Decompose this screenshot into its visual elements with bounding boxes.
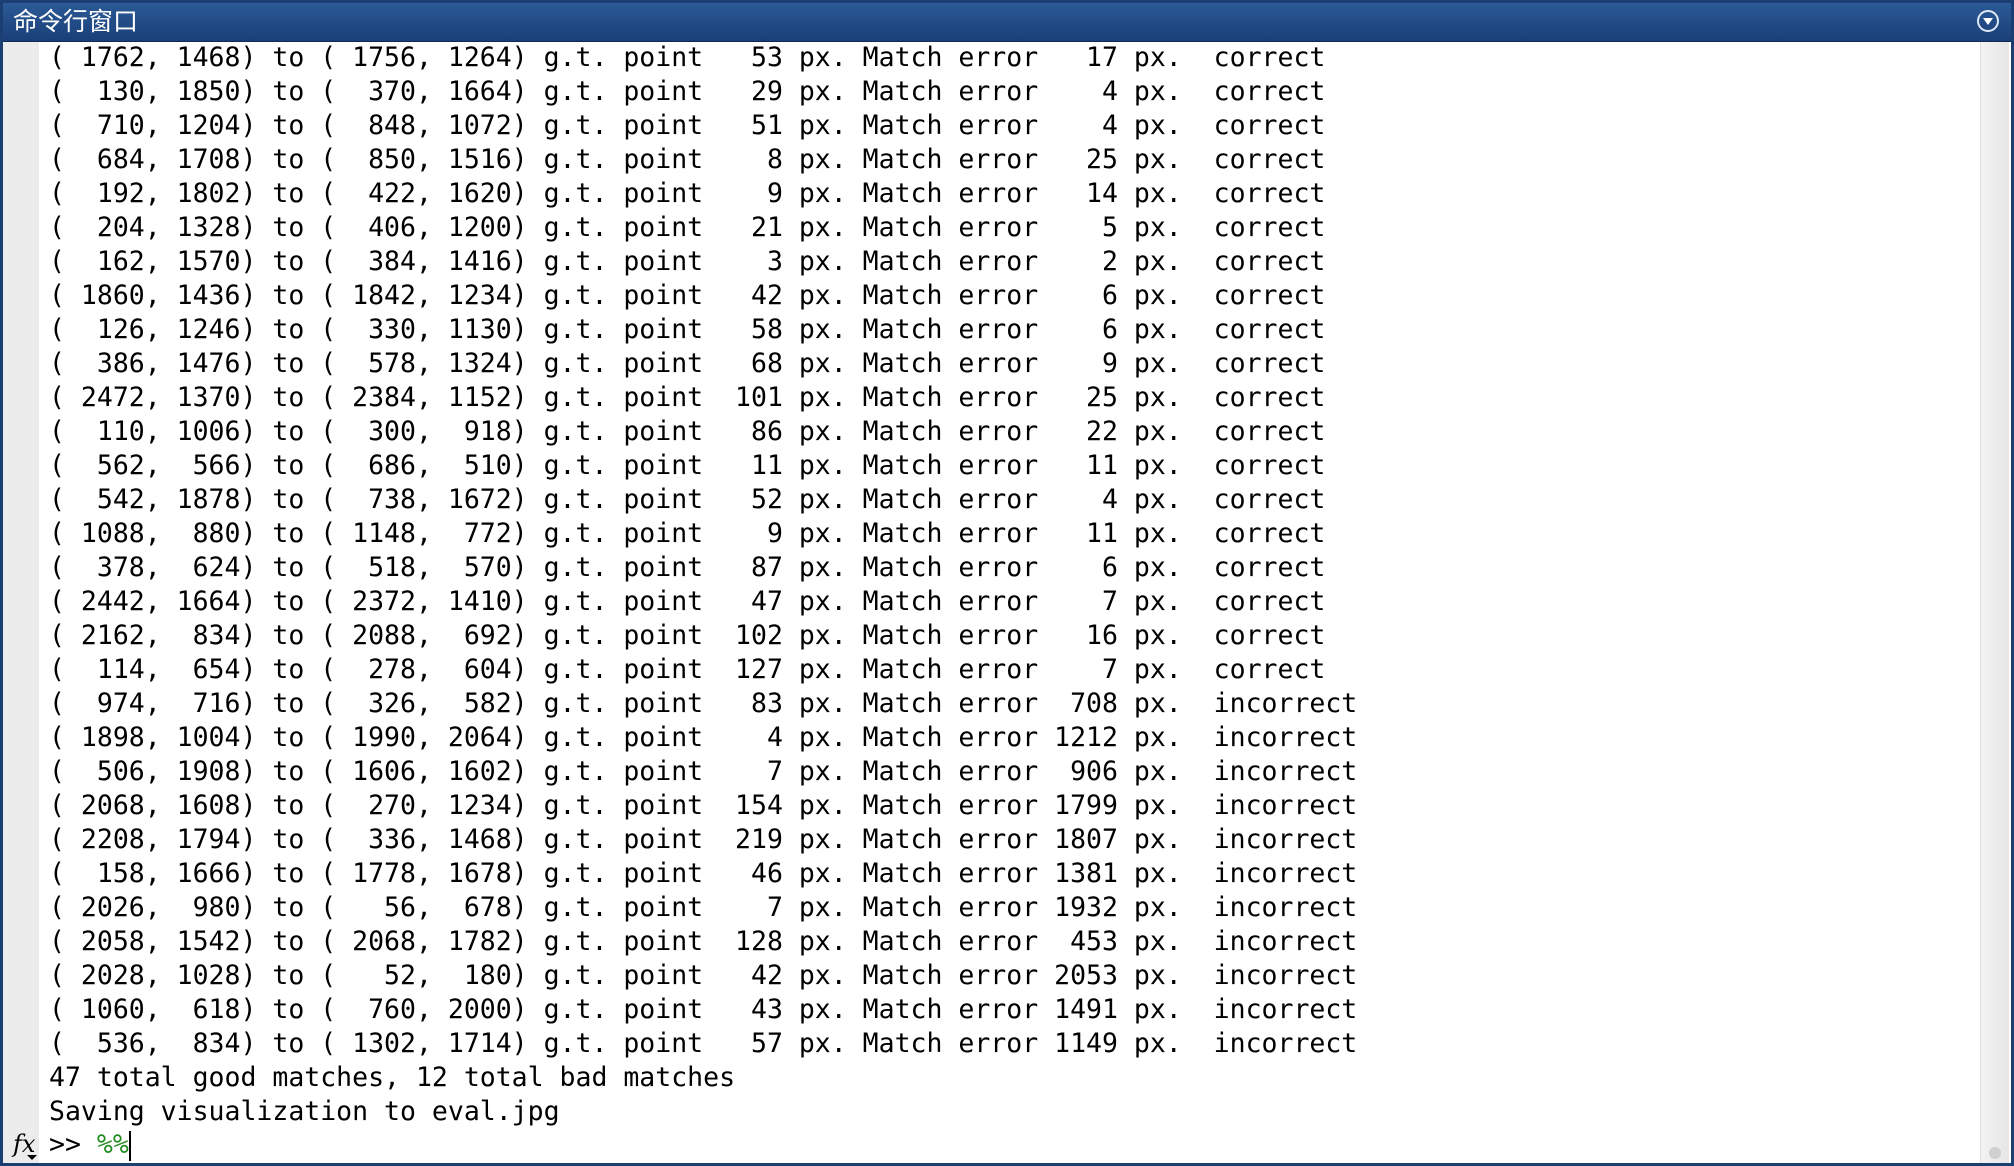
output-line: ( 1088, 880) to ( 1148, 772) g.t. point … <box>49 518 1326 549</box>
output-line: ( 684, 1708) to ( 850, 1516) g.t. point … <box>49 144 1326 175</box>
output-line: ( 2068, 1608) to ( 270, 1234) g.t. point… <box>49 790 1358 821</box>
output-line: ( 162, 1570) to ( 384, 1416) g.t. point … <box>49 246 1326 277</box>
output-line: ( 2472, 1370) to ( 2384, 1152) g.t. poin… <box>49 382 1326 413</box>
command-window: 命令行窗口 ( 1762, 1468) to ( 1756, 1264) g.t… <box>0 0 2014 1166</box>
window-actions-dropdown-icon[interactable] <box>1977 10 1999 32</box>
output-line: ( 1060, 618) to ( 760, 2000) g.t. point … <box>49 994 1358 1025</box>
output-line: ( 378, 624) to ( 518, 570) g.t. point 87… <box>49 552 1326 583</box>
command-input[interactable]: >> %% <box>49 1128 131 1162</box>
output-line: ( 114, 654) to ( 278, 604) g.t. point 12… <box>49 654 1326 685</box>
gutter <box>3 42 39 1163</box>
title-bar: 命令行窗口 <box>3 3 2011 42</box>
output-line: ( 2162, 834) to ( 2088, 692) g.t. point … <box>49 620 1326 651</box>
output-line: ( 506, 1908) to ( 1606, 1602) g.t. point… <box>49 756 1358 787</box>
output-line: ( 562, 566) to ( 686, 510) g.t. point 11… <box>49 450 1326 481</box>
output-line: ( 386, 1476) to ( 578, 1324) g.t. point … <box>49 348 1326 379</box>
output-line: ( 1860, 1436) to ( 1842, 1234) g.t. poin… <box>49 280 1326 311</box>
output-line: ( 192, 1802) to ( 422, 1620) g.t. point … <box>49 178 1326 209</box>
output-line: ( 710, 1204) to ( 848, 1072) g.t. point … <box>49 110 1326 141</box>
command-text: %% <box>96 1129 129 1160</box>
output-line: Saving visualization to eval.jpg <box>49 1096 560 1127</box>
output-line: 47 total good matches, 12 total bad matc… <box>49 1062 736 1093</box>
vertical-scrollbar[interactable] <box>1980 42 2009 1163</box>
output-line: ( 2058, 1542) to ( 2068, 1782) g.t. poin… <box>49 926 1358 957</box>
output-line: ( 2026, 980) to ( 56, 678) g.t. point 7 … <box>49 892 1358 923</box>
command-output[interactable]: ( 1762, 1468) to ( 1756, 1264) g.t. poin… <box>49 41 1951 1129</box>
output-line: ( 2028, 1028) to ( 52, 180) g.t. point 4… <box>49 960 1358 991</box>
output-line: ( 2442, 1664) to ( 2372, 1410) g.t. poin… <box>49 586 1326 617</box>
output-line: ( 536, 834) to ( 1302, 1714) g.t. point … <box>49 1028 1358 1059</box>
text-caret <box>128 1130 131 1161</box>
output-line: ( 130, 1850) to ( 370, 1664) g.t. point … <box>49 76 1326 107</box>
scroll-knob[interactable] <box>1989 1147 2001 1159</box>
output-line: ( 542, 1878) to ( 738, 1672) g.t. point … <box>49 484 1326 515</box>
window-title: 命令行窗口 <box>13 7 139 36</box>
output-line: ( 158, 1666) to ( 1778, 1678) g.t. point… <box>49 858 1358 889</box>
output-line: ( 204, 1328) to ( 406, 1200) g.t. point … <box>49 212 1326 243</box>
output-line: ( 1898, 1004) to ( 1990, 2064) g.t. poin… <box>49 722 1358 753</box>
output-line: ( 974, 716) to ( 326, 582) g.t. point 83… <box>49 688 1358 719</box>
output-line: ( 126, 1246) to ( 330, 1130) g.t. point … <box>49 314 1326 345</box>
output-line: ( 2208, 1794) to ( 336, 1468) g.t. point… <box>49 824 1358 855</box>
output-line: ( 1762, 1468) to ( 1756, 1264) g.t. poin… <box>49 42 1326 73</box>
prompt-symbol: >> <box>49 1129 97 1160</box>
output-line: ( 110, 1006) to ( 300, 918) g.t. point 8… <box>49 416 1326 447</box>
chevron-down-icon[interactable] <box>27 1155 37 1160</box>
